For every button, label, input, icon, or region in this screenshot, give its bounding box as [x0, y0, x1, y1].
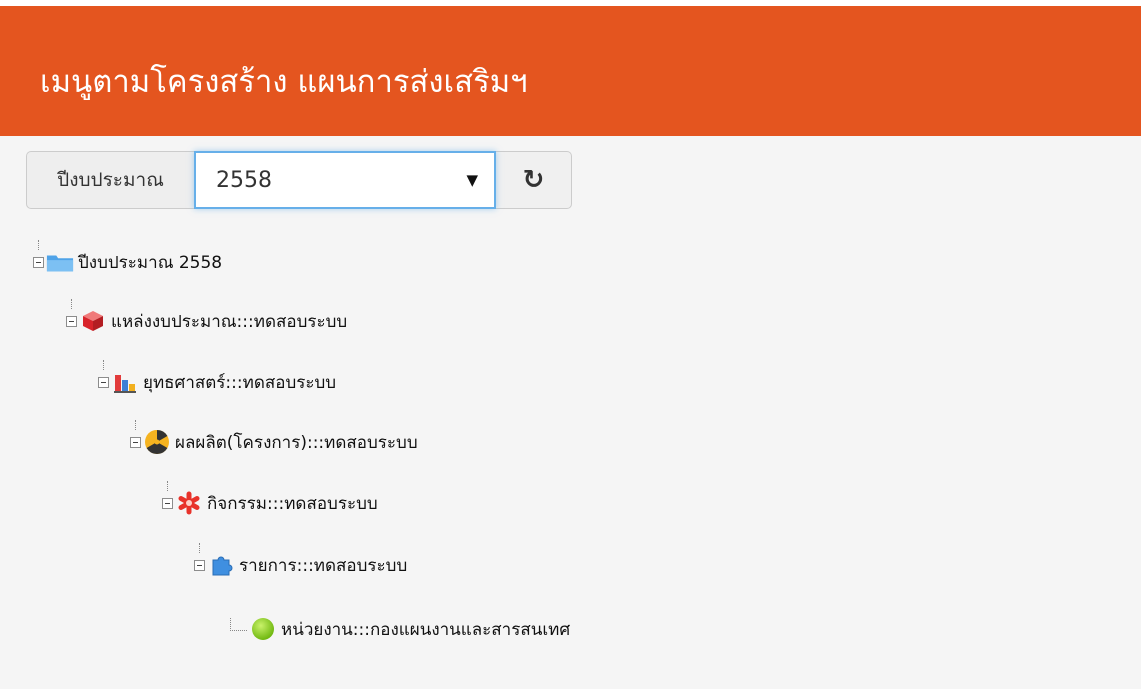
tree-node-label: ยุทธศาสตร์:::ทดสอบระบบ: [143, 372, 337, 393]
bar-chart-icon: [111, 370, 139, 394]
tree-node-label: กิจกรรม:::ทดสอบระบบ: [207, 493, 378, 514]
year-label: ปีงบประมาณ: [26, 151, 194, 209]
collapse-toggle-icon[interactable]: [33, 256, 44, 268]
tree-node-label: ปีงบประมาณ 2558: [78, 252, 223, 273]
tree-node-label: รายการ:::ทดสอบระบบ: [239, 555, 408, 576]
panel-title: เมนูตามโครงสร้าง แผนการส่งเสริมฯ: [40, 64, 528, 100]
collapse-toggle-icon[interactable]: [162, 497, 173, 509]
tree-node-label: หน่วยงาน:::กองแผนงานและสารสนเทศ: [281, 619, 571, 640]
collapse-toggle-icon[interactable]: [98, 376, 109, 388]
radiation-icon: [143, 430, 171, 455]
year-select-value: 2558: [216, 167, 272, 193]
menu-panel: เมนูตามโครงสร้าง แผนการส่งเสริมฯ: [0, 6, 1141, 689]
refresh-button[interactable]: ↻: [496, 151, 572, 209]
tree-connector: [230, 617, 247, 631]
collapse-toggle-icon[interactable]: [130, 436, 141, 448]
tree-node-output[interactable]: ผลผลิต(โครงการ):::ทดสอบระบบ: [130, 427, 418, 457]
tree-node-department[interactable]: หน่วยงาน:::กองแผนงานและสารสนเทศ: [230, 614, 570, 644]
tree-node-item[interactable]: รายการ:::ทดสอบระบบ: [194, 550, 407, 580]
panel-header: เมนูตามโครงสร้าง แผนการส่งเสริมฯ: [0, 6, 1141, 136]
red-cube-icon: [79, 309, 107, 333]
collapse-toggle-icon[interactable]: [194, 559, 205, 571]
tree-node-year[interactable]: ปีงบประมาณ 2558: [33, 247, 222, 277]
green-dot-icon: [249, 617, 277, 641]
tree-node-label: ผลผลิต(โครงการ):::ทดสอบระบบ: [175, 432, 418, 453]
tree-node-strategy[interactable]: ยุทธศาสตร์:::ทดสอบระบบ: [98, 367, 336, 397]
chevron-down-icon: ▼: [466, 171, 478, 189]
tree-node-activity[interactable]: กิจกรรม:::ทดสอบระบบ: [162, 488, 378, 518]
folder-icon: [46, 250, 74, 274]
year-filter-group: ปีงบประมาณ 2558 ▼ ↻: [26, 151, 572, 209]
tree-node-budget-source[interactable]: แหล่งงบประมาณ:::ทดสอบระบบ: [66, 306, 347, 336]
puzzle-icon: [207, 553, 235, 577]
refresh-icon: ↻: [522, 165, 545, 195]
tree-node-label: แหล่งงบประมาณ:::ทดสอบระบบ: [111, 311, 348, 332]
year-select[interactable]: 2558 ▼: [194, 151, 496, 209]
red-asterisk-icon: [175, 491, 203, 515]
collapse-toggle-icon[interactable]: [66, 315, 77, 327]
